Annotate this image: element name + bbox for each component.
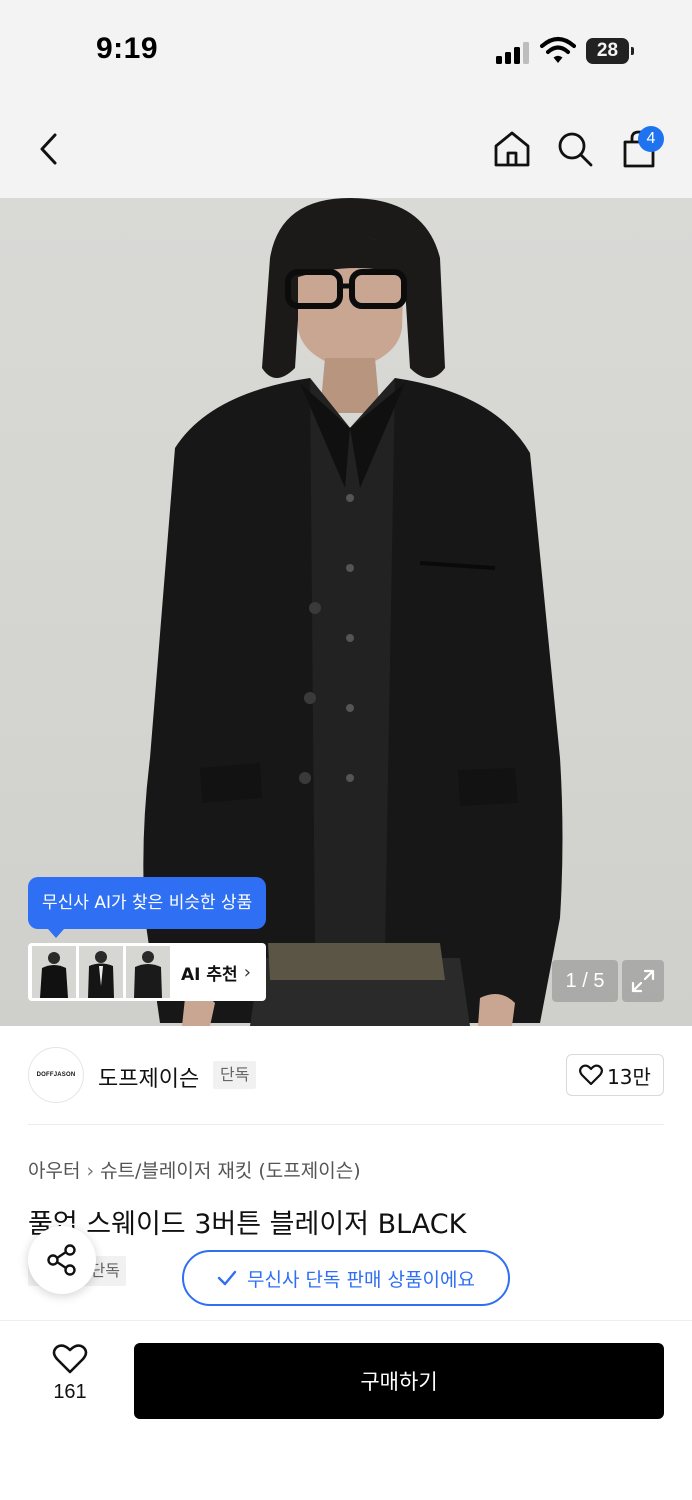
product-title: 풀업 스웨이드 3버튼 블레이저 BLACK xyxy=(28,1209,467,1240)
exclusive-notice-text: 무신사 단독 판매 상품이에요 xyxy=(247,1268,475,1291)
back-chevron-icon xyxy=(40,133,57,165)
expand-image-button[interactable] xyxy=(622,960,664,1002)
battery-level: 28 xyxy=(586,38,629,64)
divider xyxy=(28,1124,664,1125)
breadcrumb-subcategory[interactable]: 슈트/블레이저 재킷 (도프제이슨) xyxy=(100,1160,361,1182)
heart-icon xyxy=(579,1064,604,1086)
cart-count-badge: 4 xyxy=(638,126,664,152)
search-icon xyxy=(558,132,593,167)
bottom-action-bar: 161 구매하기 xyxy=(0,1320,692,1500)
home-icon xyxy=(494,131,530,167)
ai-thumbnail[interactable] xyxy=(79,946,123,998)
wifi-icon xyxy=(540,37,576,63)
status-time: 9:19 xyxy=(96,32,159,65)
brand-row: DOFFJASON 도프제이슨 단독 13만 xyxy=(0,1026,692,1126)
breadcrumb: 아우터 › 슈트/블레이저 재킷 (도프제이슨) xyxy=(28,1156,361,1183)
ai-recommend-card[interactable]: AI 추천 › xyxy=(28,943,266,1001)
chevron-right-icon: › xyxy=(243,961,251,983)
brand-like-button[interactable]: 13만 xyxy=(566,1054,664,1096)
share-button[interactable] xyxy=(28,1226,96,1294)
back-button[interactable] xyxy=(26,126,72,172)
ai-similar-tooltip[interactable]: 무신사 AI가 찾은 비슷한 상품 xyxy=(28,877,267,929)
ai-thumbnail[interactable] xyxy=(126,946,170,998)
breadcrumb-category[interactable]: 아우터 xyxy=(28,1160,80,1182)
chevron-right-icon: › xyxy=(86,1160,95,1182)
expand-icon xyxy=(631,969,655,993)
brand-like-count: 13만 xyxy=(607,1064,651,1089)
image-page-indicator: 1 / 5 xyxy=(552,960,618,1002)
wishlist-button[interactable]: 161 xyxy=(36,1343,104,1427)
brand-exclusive-badge: 단독 xyxy=(213,1061,257,1089)
home-button[interactable] xyxy=(489,126,535,172)
signal-icon xyxy=(496,42,532,64)
top-nav xyxy=(0,100,692,198)
battery-icon: 28 xyxy=(586,38,634,64)
buy-button[interactable]: 구매하기 xyxy=(134,1343,664,1419)
check-icon xyxy=(217,1270,237,1286)
ai-recommend-label: AI 추천 xyxy=(181,964,238,985)
ai-tooltip-tail xyxy=(48,929,64,938)
exclusive-notice-pill[interactable]: 무신사 단독 판매 상품이에요 xyxy=(182,1250,510,1306)
share-icon xyxy=(47,1244,76,1276)
heart-icon xyxy=(52,1344,88,1374)
brand-logo[interactable]: DOFFJASON xyxy=(28,1047,84,1103)
search-button[interactable] xyxy=(552,126,598,172)
brand-name[interactable]: 도프제이슨 xyxy=(98,1061,199,1093)
status-bar: 9:19 28 xyxy=(0,0,692,100)
ai-thumbnail[interactable] xyxy=(32,946,76,998)
wishlist-count: 161 xyxy=(53,1381,87,1403)
